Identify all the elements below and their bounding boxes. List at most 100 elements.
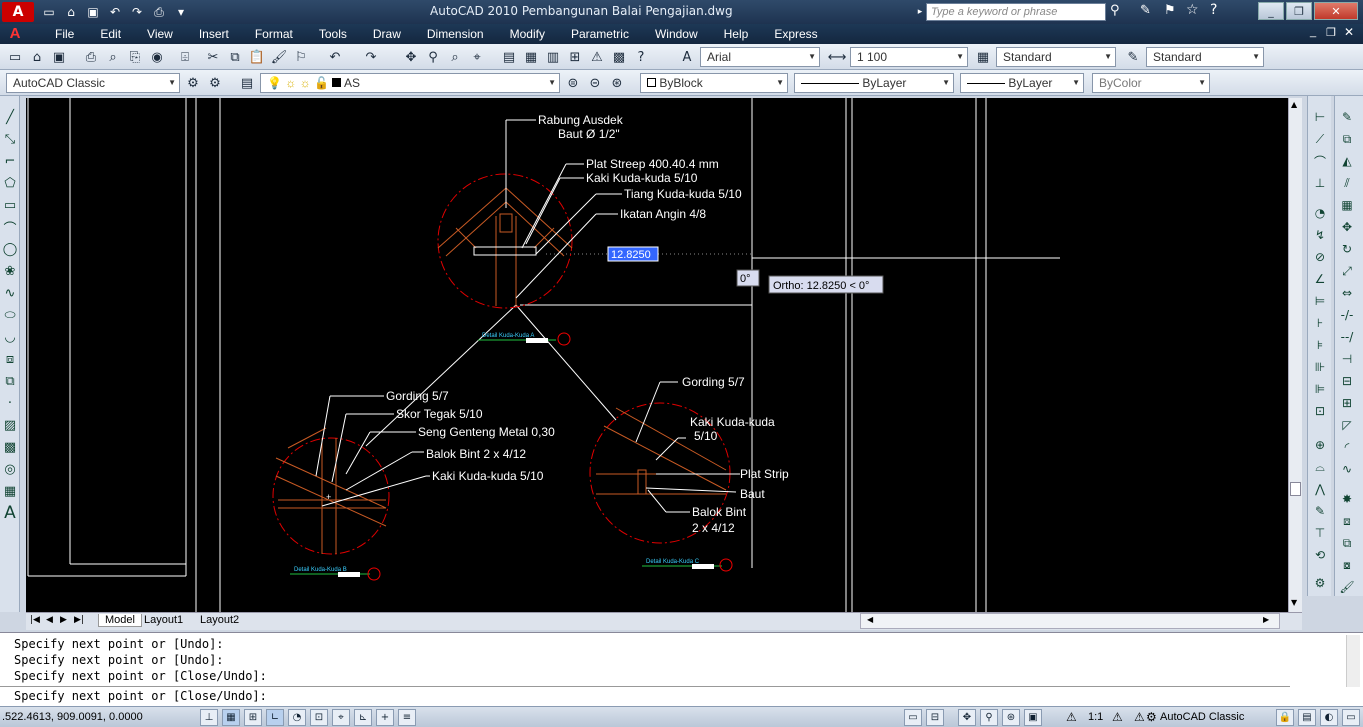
tab-model[interactable]: Model <box>98 614 142 627</box>
toolbar-lock-icon[interactable]: 🔒 <box>1276 709 1294 726</box>
publish-icon[interactable]: ⎘ <box>126 48 144 66</box>
menu-draw[interactable]: Draw <box>360 26 414 42</box>
communication-icon[interactable]: ⚑ <box>1164 3 1176 18</box>
polyline-icon[interactable]: ⌐ <box>1 152 19 170</box>
angular-dim-icon[interactable]: ∠ <box>1311 270 1329 288</box>
dim-scale-select[interactable]: 1 100 ▼ <box>850 47 968 67</box>
rotate-icon[interactable]: ↻ <box>1338 240 1356 258</box>
jogged-linear-icon[interactable]: ⋀ <box>1311 480 1329 498</box>
search-input[interactable]: Type a keyword or phrase <box>926 3 1106 21</box>
dynamic-input-icon[interactable]: + <box>376 709 394 726</box>
quickcalc-icon[interactable]: ▩ <box>610 48 628 66</box>
binoculars-icon[interactable]: ⚲ <box>1110 3 1120 18</box>
diameter-dim-icon[interactable]: ⊘ <box>1311 248 1329 266</box>
aligned-dim-icon[interactable]: ⟋ <box>1311 130 1329 148</box>
grid-icon[interactable]: ⊞ <box>244 709 262 726</box>
gradient-icon[interactable]: ▩ <box>1 438 19 456</box>
hscroll-left-arrow[interactable]: ◀ <box>867 615 873 624</box>
annotation-scale-icon[interactable]: ⚠ <box>1066 710 1077 724</box>
workspace-save-icon[interactable]: ⚙ <box>206 74 224 92</box>
hscroll-right-arrow[interactable]: ▶ <box>1263 615 1269 624</box>
isolate-objects-icon[interactable]: ◐ <box>1320 709 1338 726</box>
dim-break-icon[interactable]: ⊫ <box>1311 380 1329 398</box>
circle-icon[interactable]: ◯ <box>1 240 19 258</box>
spline-icon[interactable]: ∿ <box>1 284 19 302</box>
stretch-icon[interactable]: ⇔ <box>1338 284 1356 302</box>
favorites-star-icon[interactable]: ☆ <box>1186 2 1199 18</box>
text-style-icon[interactable]: A <box>678 48 696 66</box>
rectangle-icon[interactable]: ▭ <box>1 196 19 214</box>
annotation-visibility-icon[interactable]: ⚠ <box>1112 710 1123 724</box>
linear-dim-icon[interactable]: ⊢ <box>1311 108 1329 126</box>
multileader-style-icon[interactable]: ✎ <box>1124 48 1142 66</box>
radius-dim-icon[interactable]: ◔ <box>1311 204 1329 222</box>
hardware-accel-icon[interactable]: ▤ <box>1298 709 1316 726</box>
text-style-select[interactable]: Arial ▼ <box>700 47 820 67</box>
continue-dim-icon[interactable]: ⊧ <box>1311 336 1329 354</box>
infer-constraints-icon[interactable]: ⊥ <box>200 709 218 726</box>
ellipse-icon[interactable]: ⬭ <box>1 306 19 324</box>
menu-format[interactable]: Format <box>242 26 306 42</box>
coordinates-readout[interactable]: .522.4613, 909.0091, 0.0000 <box>2 711 143 723</box>
mirror-icon[interactable]: ◭ <box>1338 152 1356 170</box>
extend-icon[interactable]: --/ <box>1338 328 1356 346</box>
tab-layout2[interactable]: Layout2 <box>200 614 239 626</box>
sheet-set-icon[interactable]: ⊞ <box>566 48 584 66</box>
tab-layout1[interactable]: Layout1 <box>144 614 183 626</box>
copy-icon[interactable]: ⧉ <box>226 48 244 66</box>
explode-icon[interactable]: ✸ <box>1338 490 1356 508</box>
offset-icon[interactable]: ⫽ <box>1338 174 1356 192</box>
workspace-settings-icon[interactable]: ⚙ <box>184 74 202 92</box>
open-icon[interactable]: ⌂ <box>62 3 80 21</box>
plotstyle-select[interactable]: ByColor ▼ <box>1092 73 1210 93</box>
drawing-canvas[interactable]: + Rabung Ausdek Baut Ø 1/2" Plat Streep … <box>26 98 1288 612</box>
lineweight-select[interactable]: ByLayer ▼ <box>960 73 1084 93</box>
undo-tool-icon[interactable]: ↶ <box>326 48 344 66</box>
dynamic-input[interactable]: 12.8250 <box>607 246 659 262</box>
dim-style-icon[interactable]: ⟷ <box>828 48 847 66</box>
make-block-icon[interactable]: ⧉ <box>1 372 19 390</box>
workspace-switch-icon[interactable]: ⚙ <box>1146 710 1157 724</box>
doc-restore-button[interactable]: ❐ <box>1326 26 1336 39</box>
trim-icon[interactable]: -/- <box>1338 306 1356 324</box>
design-center-icon[interactable]: ▦ <box>522 48 540 66</box>
qnew-icon[interactable]: ▭ <box>6 48 24 66</box>
doc-close-button[interactable]: ✕ <box>1344 25 1354 39</box>
tab-prev-arrow[interactable]: ◀ <box>46 615 53 625</box>
tab-first-arrow[interactable]: |◀ <box>30 615 40 625</box>
layer-state-icon[interactable]: ⊛ <box>608 74 626 92</box>
layer-select[interactable]: 💡 ☼ ☼ 🔓 AS ▼ <box>260 73 560 93</box>
fillet-icon[interactable]: ◜ <box>1338 438 1356 456</box>
plot-icon[interactable]: ⎙ <box>150 3 168 21</box>
zoom-previous-icon[interactable]: ⌖ <box>468 48 486 66</box>
pan-icon[interactable]: ✥ <box>402 48 420 66</box>
match-properties-icon[interactable]: 🖌 <box>270 48 288 66</box>
jogged-dim-icon[interactable]: ↯ <box>1311 226 1329 244</box>
break-at-point-icon[interactable]: ⊣ <box>1338 350 1356 368</box>
dim-edit-icon[interactable]: ✎ <box>1311 502 1329 520</box>
subscription-icon[interactable]: ✎ <box>1140 3 1151 18</box>
array-icon[interactable]: ▦ <box>1338 196 1356 214</box>
center-mark-icon[interactable]: ⊕ <box>1311 436 1329 454</box>
draw-order-icon[interactable]: ⧈ <box>1338 512 1356 530</box>
dim-space-icon[interactable]: ⊪ <box>1311 358 1329 376</box>
menu-file[interactable]: File <box>42 26 87 42</box>
paste-icon[interactable]: 📋 <box>248 48 266 66</box>
block-edit-icon[interactable]: ⧇ <box>1338 556 1356 574</box>
horizontal-scrollbar[interactable]: ◀ ▶ <box>860 613 1280 629</box>
color-select[interactable]: ByBlock ▼ <box>640 73 788 93</box>
revision-cloud-icon[interactable]: ❀ <box>1 262 19 280</box>
command-scrollbar[interactable] <box>1346 635 1360 687</box>
plot-preview-icon[interactable]: ⌕ <box>104 48 122 66</box>
join-icon[interactable]: ⊞ <box>1338 394 1356 412</box>
multiline-text-icon[interactable]: A <box>1 503 19 523</box>
object-snap-tracking-icon[interactable]: ⌖ <box>332 709 350 726</box>
arc-length-icon[interactable]: ⌒ <box>1311 152 1329 170</box>
publish-dwf-icon[interactable]: ⌹ <box>176 48 194 66</box>
make-current-layer-icon[interactable]: ⊜ <box>564 74 582 92</box>
undo-icon[interactable]: ↶ <box>106 3 124 21</box>
menu-window[interactable]: Window <box>642 26 711 42</box>
restore-button[interactable]: ❐ <box>1286 2 1312 20</box>
block-editor-icon[interactable]: ⚐ <box>292 48 310 66</box>
workspace-status[interactable]: AutoCAD Classic <box>1160 711 1244 723</box>
